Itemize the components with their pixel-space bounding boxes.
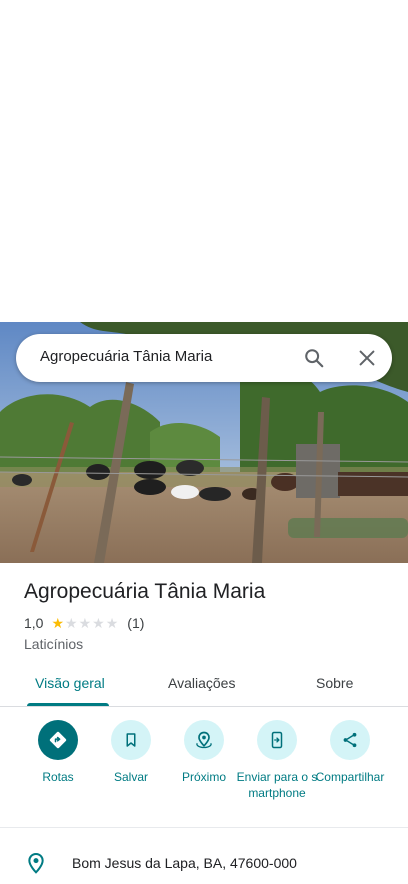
- place-category: Laticínios: [24, 636, 84, 652]
- star-icon: ★: [65, 615, 78, 631]
- address-row[interactable]: Bom Jesus da Lapa, BA, 47600-000: [0, 842, 408, 882]
- tab-reviews[interactable]: Avaliações: [168, 675, 235, 691]
- bookmark-icon[interactable]: [111, 720, 151, 760]
- directions-icon[interactable]: [38, 720, 78, 760]
- search-bar[interactable]: Agropecuária Tânia Maria: [16, 334, 392, 382]
- rating-stars: ★ ★ ★ ★ ★: [51, 616, 119, 630]
- location-pin-icon: [26, 852, 46, 876]
- action-buttons: Rotas Salvar Próximo Enviar para o smart…: [0, 720, 408, 828]
- review-count[interactable]: (1): [127, 615, 144, 631]
- share-label: Compartilhar: [315, 770, 385, 784]
- address-text: Bom Jesus da Lapa, BA, 47600-000: [72, 855, 297, 871]
- share-icon[interactable]: [330, 720, 370, 760]
- star-icon: ★: [105, 615, 119, 631]
- rating-value: 1,0: [24, 615, 44, 631]
- tab-overview[interactable]: Visão geral: [35, 675, 105, 691]
- close-icon[interactable]: [356, 347, 378, 369]
- star-icon: ★: [92, 615, 105, 631]
- star-icon: ★: [51, 615, 65, 631]
- search-icon[interactable]: [303, 347, 325, 369]
- tab-about[interactable]: Sobre: [316, 675, 353, 691]
- section-divider: [0, 827, 408, 828]
- star-icon: ★: [78, 615, 92, 631]
- rating-row[interactable]: 1,0 ★ ★ ★ ★ ★ (1): [24, 615, 144, 631]
- active-tab-indicator: [27, 703, 109, 706]
- search-query[interactable]: Agropecuária Tânia Maria: [40, 348, 212, 365]
- place-tabs: Visão geral Avaliações Sobre: [0, 664, 408, 707]
- nearby-icon[interactable]: [184, 720, 224, 760]
- send-to-phone-icon[interactable]: [257, 720, 297, 760]
- share-button[interactable]: Compartilhar: [305, 720, 395, 785]
- map-blank-area: [0, 0, 408, 322]
- place-title: Agropecuária Tânia Maria: [24, 580, 266, 603]
